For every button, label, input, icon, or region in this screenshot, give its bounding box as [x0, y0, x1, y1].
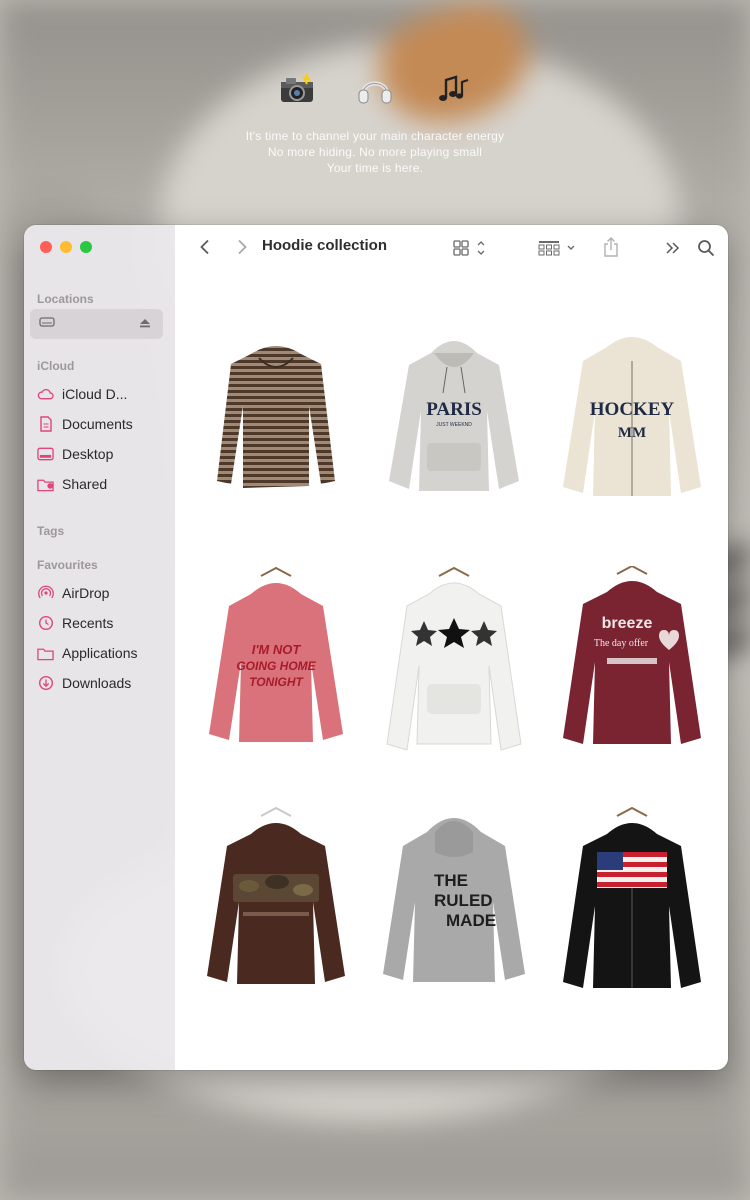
sidebar-item-documents[interactable]: Documents: [24, 409, 175, 439]
headphones-icon: [354, 70, 396, 108]
sidebar-item-airdrop[interactable]: AirDrop: [24, 578, 175, 608]
chevron-right-icon: [238, 239, 247, 255]
burgundy-breeze-hoodie-thumbnail: breeze The day offer: [563, 566, 701, 744]
file-item[interactable]: breeze The day offer: [551, 561, 713, 761]
sidebar-item-desktop[interactable]: Desktop: [24, 439, 175, 469]
desktop-icon: [37, 446, 54, 463]
sidebar-item-label: Downloads: [62, 675, 132, 691]
sidebar-item-applications[interactable]: Applications: [24, 638, 175, 668]
caption: It's time to channel your main character…: [0, 128, 750, 176]
camera-with-flash-icon: [276, 70, 318, 108]
white-star-hoodie-thumbnail: [386, 566, 522, 751]
caption-line: It's time to channel your main character…: [245, 129, 505, 143]
sidebar-item-disk[interactable]: [30, 309, 163, 339]
tags-heading: Tags: [37, 524, 65, 538]
hockey-zip-hoodie-thumbnail: HOCKEY MM: [563, 337, 701, 496]
double-chevron-right-icon: [666, 242, 680, 254]
download-icon: [37, 675, 54, 692]
pink-graphic-hoodie-thumbnail: I'M NOT GOING HOME TONIGHT: [209, 566, 343, 742]
sidebar-item-downloads[interactable]: Downloads: [24, 668, 175, 698]
brown-camo-hoodie-thumbnail: [207, 806, 345, 984]
sidebar-item-shared[interactable]: Shared: [24, 469, 175, 499]
forward-button[interactable]: [232, 237, 252, 257]
favourites-heading: Favourites: [37, 558, 98, 572]
grey-ruled-hoodie-thumbnail: THE RULED MADE: [383, 818, 525, 982]
group-grid-icon: [538, 241, 575, 256]
document-icon: [37, 416, 54, 433]
search-icon: [698, 240, 715, 257]
svg-text:HOCKEY: HOCKEY: [590, 399, 675, 420]
file-item[interactable]: [195, 321, 357, 521]
group-by-button[interactable]: [537, 237, 579, 259]
toolbar: Hoodie collection: [175, 225, 728, 271]
svg-text:MM: MM: [618, 425, 646, 441]
emoji-row: [0, 70, 750, 108]
sidebar-item-label: iCloud D...: [62, 386, 128, 402]
sidebar-item-label: Applications: [62, 645, 138, 661]
cloud-icon: [37, 386, 54, 403]
svg-text:I'M NOT: I'M NOT: [252, 642, 302, 657]
sidebar-item-recents[interactable]: Recents: [24, 608, 175, 638]
svg-text:GOING HOME: GOING HOME: [236, 659, 316, 673]
finder-window: Locations iCloud iCloud D... Documents D…: [24, 225, 728, 1070]
black-flag-zip-hoodie-thumbnail: [563, 806, 701, 988]
eject-icon[interactable]: [139, 315, 151, 333]
locations-heading: Locations: [37, 292, 94, 306]
sidebar-item-icloud-drive[interactable]: iCloud D...: [24, 379, 175, 409]
file-grid: PARIS JUST WEEKND HOCKEY MM I'M NOT GOIN…: [195, 321, 713, 1001]
svg-text:JUST WEEKND: JUST WEEKND: [436, 422, 472, 428]
file-item[interactable]: [551, 801, 713, 1001]
paris-hoodie-thumbnail: PARIS JUST WEEKND: [389, 341, 519, 491]
shared-folder-icon: [37, 476, 54, 493]
view-mode-button[interactable]: [451, 237, 491, 259]
file-item[interactable]: I'M NOT GOING HOME TONIGHT: [195, 561, 357, 761]
icloud-heading: iCloud: [37, 359, 75, 373]
airdrop-icon: [37, 585, 54, 602]
share-icon: [604, 237, 618, 257]
file-item[interactable]: HOCKEY MM: [551, 321, 713, 521]
sidebar-item-label: Desktop: [62, 446, 114, 462]
more-toolbar-button[interactable]: [662, 237, 684, 259]
file-browser: Hoodie collection PARIS JUST WEEKND HOCK…: [175, 225, 728, 1070]
icon-view-grid-icon: [453, 240, 485, 256]
clock-icon: [37, 615, 54, 632]
svg-text:PARIS: PARIS: [426, 399, 482, 420]
zoom-button[interactable]: [80, 241, 92, 253]
sidebar-item-label: AirDrop: [62, 585, 110, 601]
file-item[interactable]: [373, 561, 535, 761]
share-button[interactable]: [600, 235, 622, 259]
window-title: Hoodie collection: [262, 237, 388, 254]
svg-text:RULED: RULED: [434, 891, 493, 910]
file-item[interactable]: [195, 801, 357, 1001]
sidebar: Locations iCloud iCloud D... Documents D…: [24, 225, 175, 1070]
svg-text:breeze: breeze: [602, 615, 653, 632]
sidebar-item-label: Shared: [62, 476, 108, 492]
minimize-button[interactable]: [60, 241, 72, 253]
file-item[interactable]: PARIS JUST WEEKND: [373, 321, 535, 521]
back-button[interactable]: [195, 237, 215, 257]
sidebar-item-label: Documents: [62, 416, 133, 432]
applications-folder-icon: [37, 645, 54, 662]
music-notes-icon: [432, 70, 474, 108]
sidebar-item-label: Recents: [62, 615, 114, 631]
close-button[interactable]: [40, 241, 52, 253]
chevron-left-icon: [200, 239, 209, 255]
caption-line: Your time is here.: [326, 161, 424, 175]
search-button[interactable]: [694, 236, 718, 260]
svg-text:MADE: MADE: [446, 911, 496, 930]
striped-hooded-top-thumbnail: [217, 346, 335, 488]
hard-drive-icon: [39, 315, 55, 333]
window-controls: [24, 237, 175, 257]
svg-text:TONIGHT: TONIGHT: [249, 675, 304, 689]
svg-text:THE: THE: [434, 871, 468, 890]
svg-text:The day offer: The day offer: [594, 638, 649, 649]
caption-line: No more hiding. No more playing small: [267, 145, 483, 159]
file-item[interactable]: THE RULED MADE: [373, 801, 535, 1001]
